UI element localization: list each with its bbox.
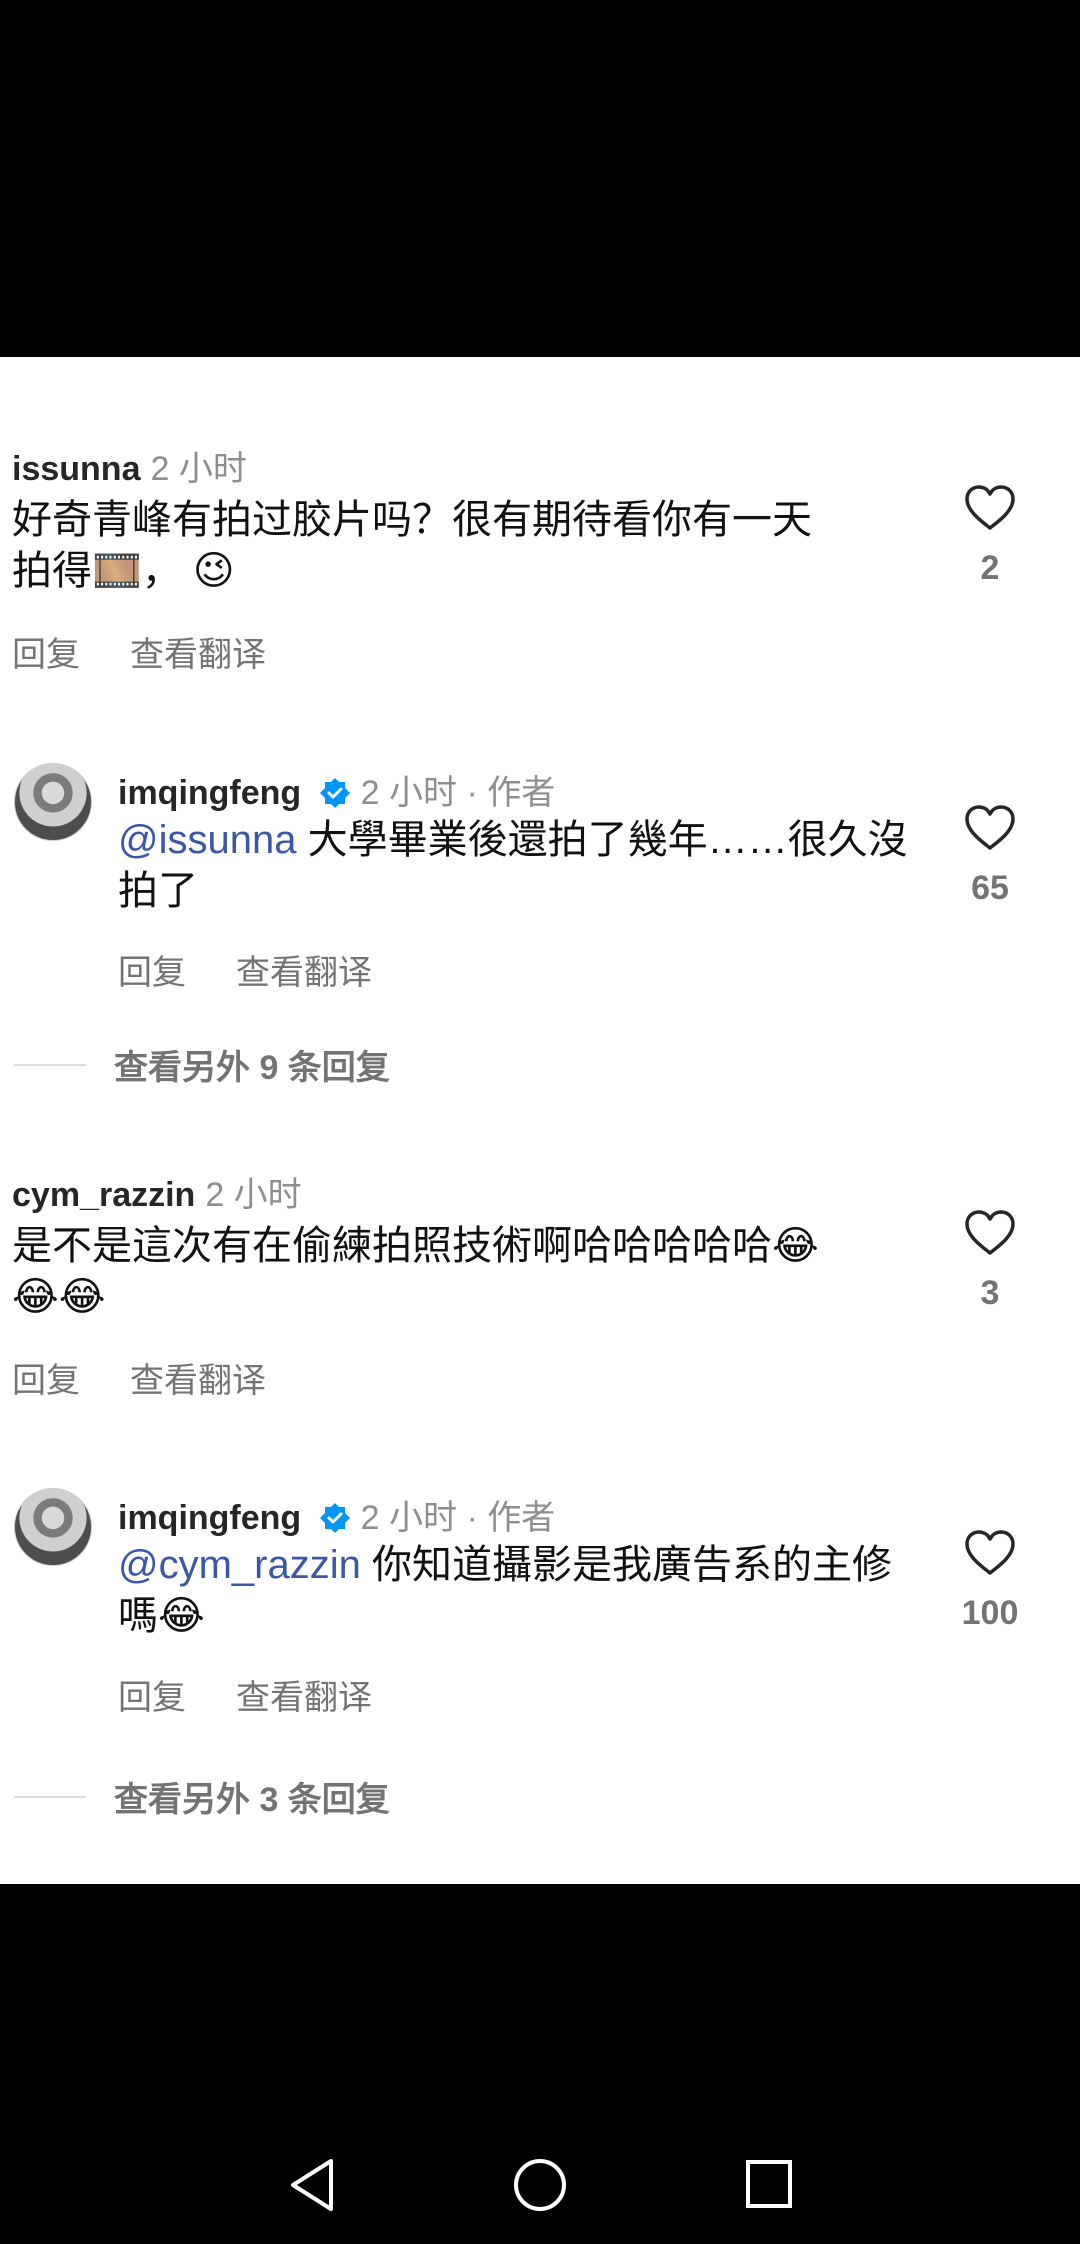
comment-meta: cym_razzin 2 小时 bbox=[12, 1167, 302, 1216]
see-translation-button[interactable]: 查看翻译 bbox=[130, 1362, 266, 1400]
divider-line bbox=[14, 1796, 86, 1798]
comment-actions: 回复 查看翻译 bbox=[12, 627, 316, 676]
comment-time: 2 小时 bbox=[360, 1499, 458, 1537]
mention-link[interactable]: @issunna bbox=[118, 818, 296, 862]
comment-actions: 回复 查看翻译 bbox=[118, 945, 422, 994]
view-more-replies-label: 查看另外 9 条回复 bbox=[114, 1049, 390, 1087]
heart-outline-icon[interactable] bbox=[964, 1530, 1016, 1576]
view-more-replies-button[interactable]: 查看另外 9 条回复 bbox=[0, 1040, 1080, 1090]
comment-text: @issunna 大學畢業後還拍了幾年……很久沒拍了 bbox=[118, 815, 908, 917]
comment-text: @cym_razzin 你知道攝影是我廣告系的主修嗎😂 bbox=[118, 1540, 908, 1642]
comment-time: 2 小时 bbox=[150, 450, 247, 488]
comment-actions: 回复 查看翻译 bbox=[118, 1670, 422, 1719]
divider-line bbox=[14, 1064, 86, 1066]
author-tag: · 作者 bbox=[457, 1499, 556, 1537]
comment-meta: imqingfeng 2 小时 · 作者 bbox=[118, 765, 555, 814]
top-black-area bbox=[0, 0, 1080, 357]
heart-outline-icon[interactable] bbox=[964, 805, 1016, 851]
see-translation-button[interactable]: 查看翻译 bbox=[236, 954, 372, 992]
like-column: 100 bbox=[952, 1530, 1028, 1633]
comment-meta: imqingfeng 2 小时 · 作者 bbox=[118, 1490, 555, 1539]
comment-time: 2 小时 bbox=[205, 1176, 302, 1214]
heart-outline-icon[interactable] bbox=[964, 1210, 1016, 1256]
verified-badge-icon bbox=[319, 1503, 350, 1533]
comment-text: 好奇青峰有拍过胶片吗？很有期待看你有一天拍得🎞️， 😉 bbox=[12, 498, 812, 593]
reply-button[interactable]: 回复 bbox=[12, 636, 80, 674]
heart-outline-icon[interactable] bbox=[964, 485, 1016, 531]
navigation-bar bbox=[0, 1884, 1080, 2244]
triangle-back-icon[interactable] bbox=[287, 2157, 337, 2213]
like-column: 2 bbox=[952, 485, 1028, 588]
comment-meta: issunna 2 小时 bbox=[12, 441, 247, 490]
see-translation-button[interactable]: 查看翻译 bbox=[130, 636, 266, 674]
comment-time: 2 小时 bbox=[360, 774, 458, 812]
reply-button[interactable]: 回复 bbox=[118, 954, 186, 992]
author-tag: · 作者 bbox=[457, 774, 556, 812]
reply-button[interactable]: 回复 bbox=[12, 1362, 80, 1400]
like-count: 2 bbox=[980, 549, 1000, 587]
like-column: 3 bbox=[952, 1210, 1028, 1313]
comments-panel: issunna 2 小时 好奇青峰有拍过胶片吗？很有期待看你有一天拍得🎞️， 😉 … bbox=[0, 357, 1080, 1884]
see-translation-button[interactable]: 查看翻译 bbox=[236, 1679, 372, 1717]
comment-text: 是不是這次有在偷練拍照技術啊哈哈哈哈哈😂😂😂 bbox=[12, 1224, 819, 1319]
comment-username[interactable]: imqingfeng bbox=[118, 774, 301, 812]
avatar[interactable] bbox=[14, 1488, 92, 1566]
like-count: 65 bbox=[971, 869, 1009, 907]
like-column: 65 bbox=[952, 805, 1028, 908]
view-more-replies-button[interactable]: 查看另外 3 条回复 bbox=[0, 1772, 1080, 1822]
like-count: 3 bbox=[980, 1274, 1000, 1312]
view-more-replies-label: 查看另外 3 条回复 bbox=[114, 1781, 390, 1819]
comment-username[interactable]: cym_razzin bbox=[12, 1176, 195, 1214]
avatar[interactable] bbox=[14, 763, 92, 841]
verified-badge-icon bbox=[319, 778, 350, 808]
square-recents-icon[interactable] bbox=[745, 2159, 793, 2209]
comment-actions: 回复 查看翻译 bbox=[12, 1353, 316, 1402]
comment-username[interactable]: imqingfeng bbox=[118, 1499, 301, 1537]
mention-link[interactable]: @cym_razzin bbox=[118, 1543, 361, 1587]
like-count: 100 bbox=[961, 1594, 1019, 1632]
circle-home-icon[interactable] bbox=[512, 2157, 568, 2213]
reply-button[interactable]: 回复 bbox=[118, 1679, 186, 1717]
comment-username[interactable]: issunna bbox=[12, 450, 140, 488]
